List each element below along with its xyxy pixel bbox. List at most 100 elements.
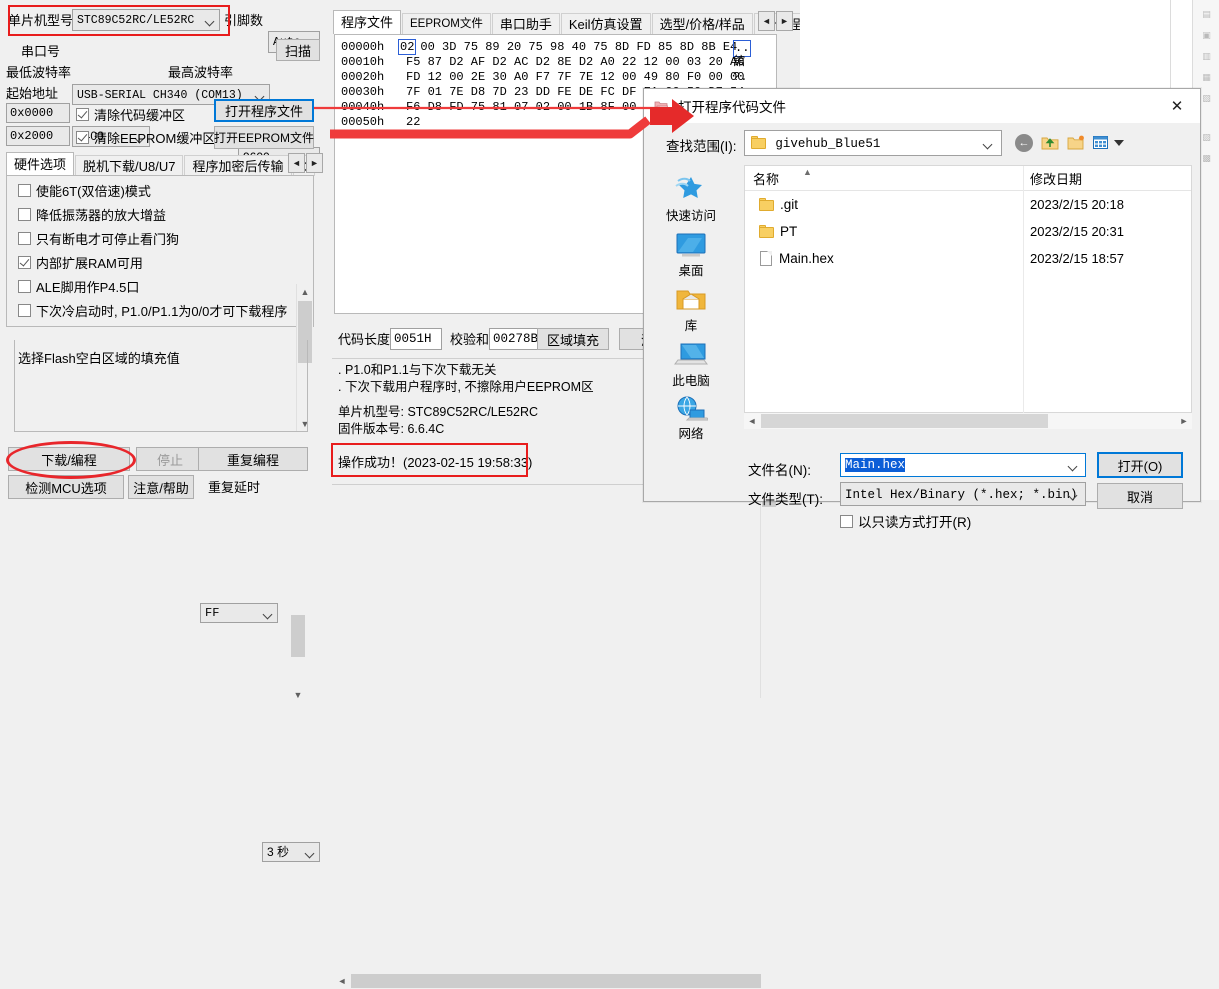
column-divider[interactable] (1023, 166, 1024, 414)
tab-hardware-options[interactable]: 硬件选项 (6, 152, 75, 176)
list-item[interactable]: Main.hex 2023/2/15 18:57 (745, 245, 1191, 272)
tab-keil-settings[interactable]: Keil仿真设置 (560, 13, 651, 34)
readonly-label: 以只读方式打开(R) (858, 515, 972, 530)
views-dropdown-icon[interactable] (1114, 140, 1124, 146)
option-watchdog[interactable]: 只有断电才可停止看门狗 (18, 229, 296, 248)
open-program-file-button[interactable]: 打开程序文件 (214, 99, 314, 122)
mcu-model-value: STC89C52RC/LE52RC (77, 14, 195, 27)
scrollbar-thumb[interactable] (761, 414, 1048, 428)
clear-eeprom-buffer-label: 清除EEPROM缓冲区 (94, 131, 216, 146)
code-length-label: 代码长度 (338, 332, 391, 347)
option-label: ALE脚用作P4.5口 (36, 280, 140, 295)
place-this-pc[interactable]: 此电脑 (648, 342, 734, 389)
up-folder-icon[interactable] (1041, 135, 1059, 154)
hex-row: 00020h FD 12 00 2E 30 A0 F7 7F 7E 12 00 … (335, 70, 776, 85)
option-label: 使能6T(双倍速)模式 (36, 184, 151, 199)
tab-encrypted-transfer[interactable]: 程序加密后传输 (184, 155, 292, 176)
scrollbar-thumb[interactable] (291, 615, 305, 657)
cancel-button[interactable]: 取消 (1097, 483, 1183, 509)
hex-view-hscrollbar[interactable]: ◄ (334, 973, 776, 989)
area-fill-button[interactable]: 区域填充 (537, 328, 609, 350)
tab-serial-assistant[interactable]: 串口助手 (491, 13, 560, 34)
folder-icon (759, 198, 774, 211)
readonly-checkbox[interactable]: 以只读方式打开(R) (840, 511, 971, 531)
option-reduce-gain[interactable]: 降低振荡器的放大增益 (18, 205, 296, 224)
scan-button[interactable]: 扫描 (276, 39, 320, 61)
download-program-button[interactable]: 下载/编程 (8, 447, 130, 471)
dialog-titlebar: 打开程序代码文件 ✕ (644, 89, 1200, 123)
places-bar: 快速访问 桌面 库 此电脑 网络 (648, 165, 744, 441)
list-item[interactable]: PT 2023/2/15 20:31 (745, 218, 1191, 245)
dialog-footer: 文件名(N): Main.hex 文件类型(T): Intel Hex/Bina… (644, 433, 1200, 531)
left-tab-next-button[interactable]: ► (306, 153, 323, 173)
back-icon[interactable]: ← (1015, 134, 1033, 152)
place-desktop[interactable]: 桌面 (648, 232, 734, 279)
lookin-combo[interactable]: givehub_Blue51 (744, 130, 1002, 156)
network-icon (677, 396, 708, 421)
lookin-row: 查找范围(I): givehub_Blue51 ← (644, 123, 1200, 165)
file-list-hscrollbar[interactable]: ◄ ► (744, 413, 1192, 429)
chevron-down-icon (984, 141, 993, 146)
open-eeprom-file-button[interactable]: 打开EEPROM文件 (214, 126, 314, 149)
min-baud-label: 最低波特率 (6, 65, 72, 80)
detect-mcu-options-button[interactable]: 检测MCU选项 (8, 475, 124, 499)
tab-eeprom-file[interactable]: EEPROM文件 (402, 13, 491, 34)
hex-selected-byte[interactable]: 02 (398, 39, 417, 55)
hex-bytes: 00 3D 75 89 20 75 98 40 75 8D FD 85 8D 8… (420, 40, 738, 54)
dialog-close-button[interactable]: ✕ (1154, 89, 1200, 123)
flash-fill-combo[interactable]: FF (200, 603, 278, 623)
libraries-icon (676, 290, 706, 310)
this-pc-icon (674, 343, 708, 365)
chevron-down-icon (264, 611, 273, 616)
scroll-down-icon[interactable]: ▼ (290, 687, 306, 703)
option-label: 内部扩展RAM可用 (36, 256, 143, 271)
tab-offline-download[interactable]: 脱机下载/U8/U7 (75, 155, 184, 176)
option-internal-xram[interactable]: 内部扩展RAM可用 (18, 253, 296, 272)
column-date-modified[interactable]: 修改日期 (1030, 169, 1082, 188)
scrollbar-thumb[interactable] (351, 974, 761, 988)
tab-selection-price-sample[interactable]: 选型/价格/样品 (651, 13, 753, 34)
code-start-address-input[interactable]: 0x0000 (6, 103, 70, 123)
mcu-model-combo[interactable]: STC89C52RC/LE52RC (72, 9, 220, 31)
clear-code-buffer-checkbox[interactable]: 清除代码缓冲区 (76, 105, 185, 124)
left-tabbar: 硬件选项 脱机下载/U8/U7 程序加密后传输 ID号 (6, 152, 328, 176)
checkbox-icon (18, 280, 31, 293)
repeat-delay-combo[interactable]: 3 秒 (262, 842, 320, 862)
file-list[interactable]: 名称 修改日期 ▲ .git 2023/2/15 20:18 PT 2023/2… (744, 165, 1192, 414)
mcu-model-label: 单片机型号 (8, 13, 74, 28)
place-quick-access[interactable]: 快速访问 (648, 173, 734, 224)
scroll-left-icon[interactable]: ◄ (744, 413, 760, 429)
scroll-left-icon[interactable]: ◄ (334, 973, 350, 989)
left-tab-prev-button[interactable]: ◄ (288, 153, 305, 173)
port-label: 串口号 (21, 44, 61, 59)
scroll-right-icon[interactable]: ► (1176, 413, 1192, 429)
new-folder-icon[interactable] (1067, 135, 1085, 154)
checkbox-icon (18, 304, 31, 317)
option-ale-p45[interactable]: ALE脚用作P4.5口 (18, 277, 296, 296)
open-button[interactable]: 打开(O) (1097, 452, 1183, 478)
file-name: PT (780, 224, 798, 239)
help-button[interactable]: 注意/帮助 (128, 475, 194, 499)
stop-button[interactable]: 停止 (136, 447, 204, 471)
option-label: 只有断电才可停止看门狗 (36, 232, 180, 247)
center-tab-prev-button[interactable]: ◄ (758, 11, 775, 31)
option-cold-start-p10-p11[interactable]: 下次冷启动时, P1.0/P1.1为0/0才可下载程序 (18, 301, 296, 320)
column-name[interactable]: 名称 (753, 169, 779, 188)
flash-fill-scrollbar[interactable]: ▼ (290, 615, 306, 705)
place-libraries[interactable]: 库 (648, 287, 734, 334)
chevron-down-icon[interactable] (1069, 463, 1078, 468)
clear-eeprom-buffer-checkbox[interactable]: 清除EEPROM缓冲区 (76, 128, 215, 147)
repeat-program-button[interactable]: 重复编程 (198, 447, 308, 471)
list-item[interactable]: .git 2023/2/15 20:18 (745, 191, 1191, 218)
hex-row: 00010h F5 87 D2 AF D2 AC D2 8E D2 A0 22 … (335, 55, 776, 70)
views-icon[interactable] (1093, 135, 1110, 154)
scroll-up-icon[interactable]: ▲ (297, 284, 313, 300)
filetype-combo[interactable]: Intel Hex/Binary (*.hex; *.bin) (840, 482, 1086, 506)
file-icon (760, 251, 772, 266)
tab-program-file[interactable]: 程序文件 (333, 10, 402, 34)
filename-input[interactable]: Main.hex (840, 453, 1086, 477)
option-6t-mode[interactable]: 使能6T(双倍速)模式 (18, 181, 296, 200)
eeprom-start-address-input[interactable]: 0x2000 (6, 126, 70, 146)
filename-label: 文件名(N): (748, 463, 811, 478)
center-tab-next-button[interactable]: ► (776, 11, 793, 31)
